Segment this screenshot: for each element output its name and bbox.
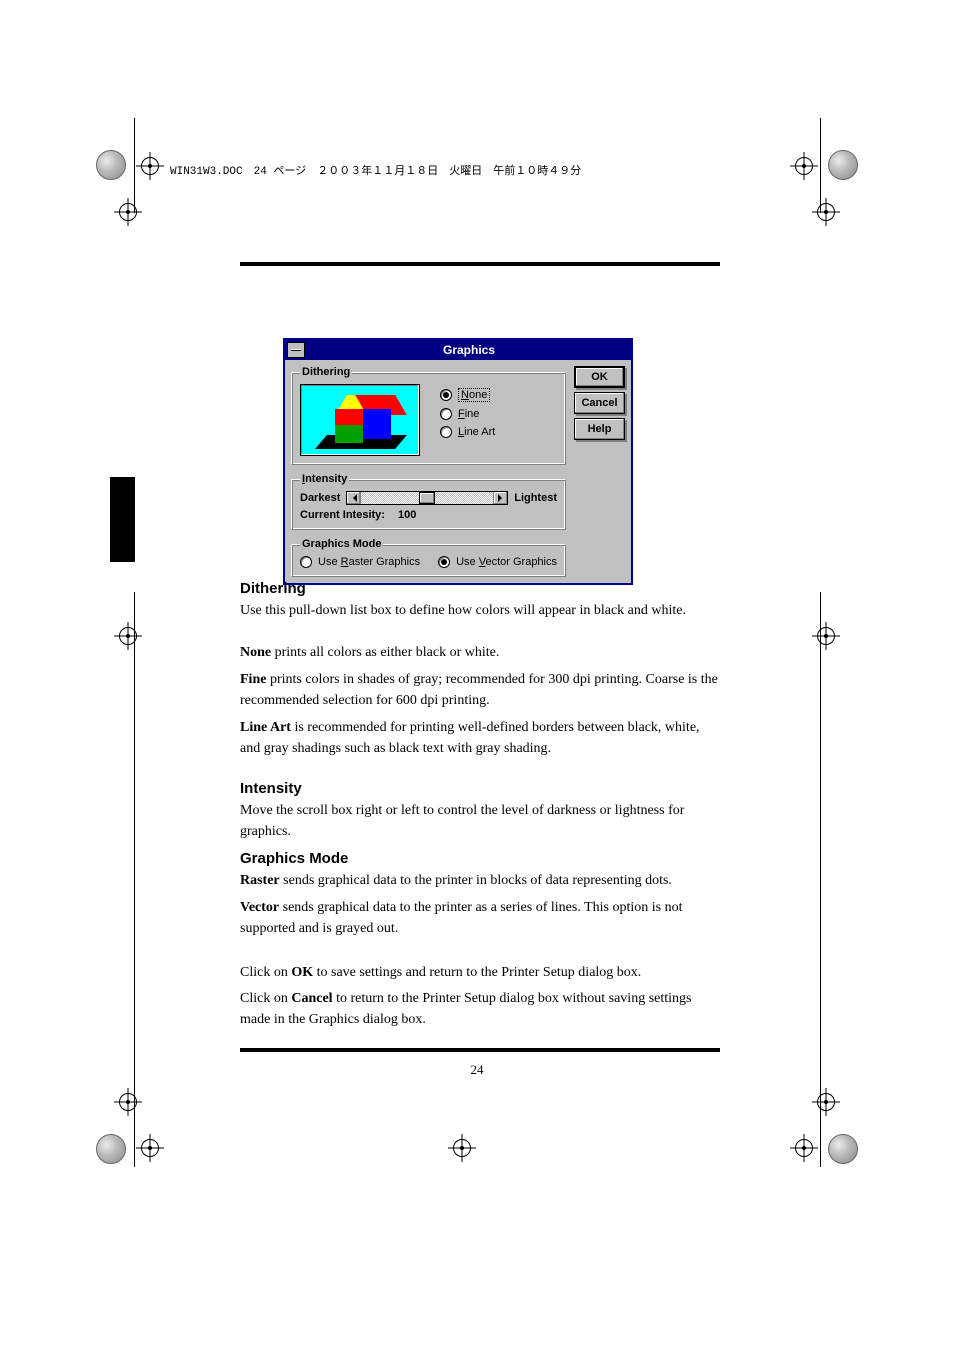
registration-mark (790, 1134, 818, 1162)
graphics-dialog: Graphics Dithering (283, 338, 633, 585)
intensity-darkest-label: Darkest (300, 492, 340, 504)
raster-label: aster Graphics (349, 556, 421, 568)
section-rule (240, 1048, 720, 1052)
dither-fine-radio[interactable]: Fine (440, 408, 495, 420)
scroll-right-button[interactable] (493, 492, 507, 504)
list-item: Vector sends graphical data to the print… (240, 897, 720, 939)
scroll-thumb[interactable] (419, 492, 435, 504)
titlebar[interactable]: Graphics (285, 340, 631, 360)
registration-mark (114, 622, 142, 650)
vector-desc: sends graphical data to the printer as a… (240, 900, 682, 936)
dither-none-radio[interactable]: None (440, 388, 495, 402)
registration-mark (812, 622, 840, 650)
dithering-preview (300, 384, 420, 456)
frame-line (820, 592, 821, 1167)
corner-ornament (828, 150, 858, 180)
list-item: None prints all colors as either black o… (240, 642, 720, 663)
current-intensity-value: 100 (398, 509, 416, 521)
help-button[interactable]: Help (574, 418, 625, 440)
list-item: Fine prints colors in shades of gray; re… (240, 669, 720, 711)
current-intensity-label: Current Intesity: (300, 509, 385, 521)
registration-mark (136, 1134, 164, 1162)
dither-lineart-radio[interactable]: Line Art (440, 426, 495, 438)
dither-lineart-desc: is recommended for printing well-defined… (240, 720, 700, 756)
dialog-title: Graphics (307, 343, 631, 357)
dithering-options-list: None prints all colors as either black o… (240, 642, 720, 759)
raster-radio[interactable]: Use Raster Graphics (300, 556, 420, 568)
chapter-tab (110, 477, 135, 562)
intensity-description: Move the scroll box right or left to con… (240, 800, 720, 842)
doc-header-line: WIN31W3.DOC 24 ページ ２００３年１１月１８日 火曜日 午前１０時… (170, 162, 581, 178)
registration-mark (790, 152, 818, 180)
dither-fine-label: ine (465, 408, 480, 420)
section-heading-graphics-mode: Graphics Mode (240, 848, 720, 871)
dither-none-label: one (469, 389, 487, 401)
section-rule (240, 262, 720, 266)
corner-ornament (96, 1134, 126, 1164)
vector-radio[interactable]: Use Vector Graphics (438, 556, 557, 568)
corner-ornament (828, 1134, 858, 1164)
list-item: Raster sends graphical data to the print… (240, 870, 720, 891)
radio-icon (440, 408, 452, 420)
raster-desc: sends graphical data to the printer in b… (283, 873, 672, 888)
graphics-mode-group: Graphics Mode Use Raster Graphics Use Ve… (291, 538, 566, 577)
registration-mark (114, 1088, 142, 1116)
intensity-group: Intensity Darkest Lightest Current Intes… (291, 473, 566, 530)
intensity-legend: ntensity (305, 473, 347, 485)
registration-mark (114, 198, 142, 226)
radio-icon (300, 556, 312, 568)
radio-icon (438, 556, 450, 568)
intensity-scrollbar[interactable] (346, 491, 508, 505)
cancel-button[interactable]: Cancel (574, 392, 625, 414)
ok-description: Click on OK to save settings and return … (240, 962, 720, 983)
dithering-legend: Dithering (300, 366, 352, 378)
corner-ornament (96, 150, 126, 180)
dither-none-desc: prints all colors as either black or whi… (275, 645, 500, 660)
frame-line (134, 592, 135, 1167)
section-heading-dithering: Dithering (240, 578, 720, 601)
registration-mark (812, 1088, 840, 1116)
dithering-description: Use this pull-down list box to define ho… (240, 600, 720, 621)
vector-label: ector Graphics (485, 556, 557, 568)
ok-button[interactable]: OK (574, 366, 625, 388)
graphics-mode-list: Raster sends graphical data to the print… (240, 870, 720, 939)
dither-fine-desc: prints colors in shades of gray; recomme… (240, 672, 718, 708)
cancel-description: Click on Cancel to return to the Printer… (240, 988, 720, 1030)
dithering-group: Dithering None (291, 366, 566, 465)
registration-mark (448, 1134, 476, 1162)
registration-mark (812, 198, 840, 226)
scroll-left-button[interactable] (347, 492, 361, 504)
intensity-lightest-label: Lightest (514, 492, 557, 504)
radio-icon (440, 426, 452, 438)
registration-mark (136, 152, 164, 180)
page-number: 24 (0, 1062, 954, 1078)
scroll-track[interactable] (361, 492, 493, 504)
graphics-mode-legend: Graphics Mode (300, 538, 383, 550)
radio-icon (440, 389, 452, 401)
list-item: Line Art is recommended for printing wel… (240, 717, 720, 759)
system-menu-icon[interactable] (287, 342, 305, 358)
section-heading-intensity: Intensity (240, 778, 720, 801)
dither-lineart-label: ine Art (464, 426, 495, 438)
